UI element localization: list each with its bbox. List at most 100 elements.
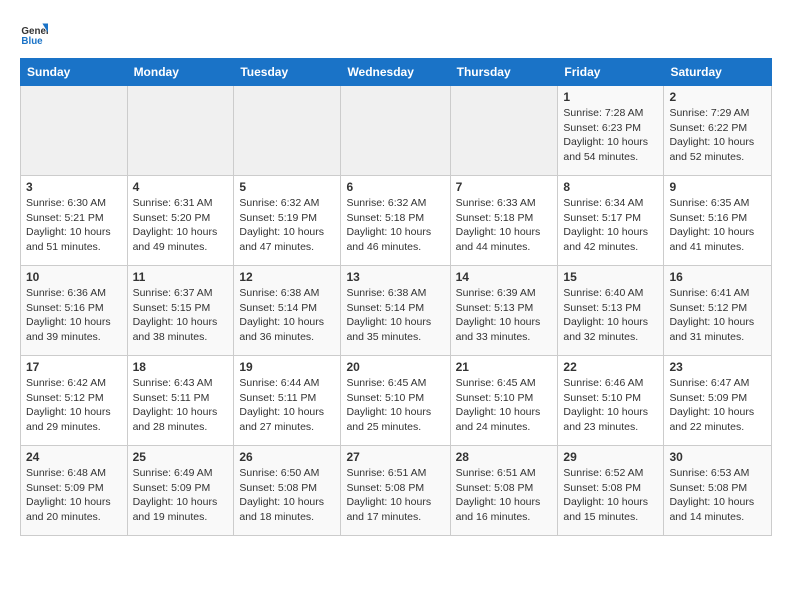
calendar-week-row: 1 Sunrise: 7:28 AM Sunset: 6:23 PM Daylig… xyxy=(21,86,772,176)
day-number: 4 xyxy=(133,180,229,194)
calendar-day-cell xyxy=(234,86,341,176)
day-info: Sunrise: 6:32 AM Sunset: 5:18 PM Dayligh… xyxy=(346,196,444,255)
calendar-day-cell: 28 Sunrise: 6:51 AM Sunset: 5:08 PM Dayli… xyxy=(450,446,558,536)
calendar-day-cell: 6 Sunrise: 6:32 AM Sunset: 5:18 PM Daylig… xyxy=(341,176,450,266)
day-info: Sunrise: 6:40 AM Sunset: 5:13 PM Dayligh… xyxy=(563,286,658,345)
day-info: Sunrise: 6:51 AM Sunset: 5:08 PM Dayligh… xyxy=(346,466,444,525)
calendar-day-cell xyxy=(450,86,558,176)
weekday-header-row: SundayMondayTuesdayWednesdayThursdayFrid… xyxy=(21,59,772,86)
calendar-day-cell: 2Sunrise: 7:29 AM Sunset: 6:22 PM Daylig… xyxy=(664,86,772,176)
calendar-day-cell: 10 Sunrise: 6:36 AM Sunset: 5:16 PM Dayli… xyxy=(21,266,128,356)
day-number: 27 xyxy=(346,450,444,464)
calendar-day-cell: 11Sunrise: 6:37 AM Sunset: 5:15 PM Dayli… xyxy=(127,266,234,356)
day-number: 9 xyxy=(669,180,766,194)
day-info: Sunrise: 7:28 AM Sunset: 6:23 PM Dayligh… xyxy=(563,106,658,165)
day-number: 7 xyxy=(456,180,553,194)
calendar-day-cell: 9 Sunrise: 6:35 AM Sunset: 5:16 PM Daylig… xyxy=(664,176,772,266)
day-info: Sunrise: 6:39 AM Sunset: 5:13 PM Dayligh… xyxy=(456,286,553,345)
day-number: 13 xyxy=(346,270,444,284)
calendar-day-cell: 1 Sunrise: 7:28 AM Sunset: 6:23 PM Daylig… xyxy=(558,86,664,176)
calendar-day-cell: 5Sunrise: 6:32 AM Sunset: 5:19 PM Daylig… xyxy=(234,176,341,266)
svg-text:Blue: Blue xyxy=(21,36,43,47)
calendar-day-cell: 27 Sunrise: 6:51 AM Sunset: 5:08 PM Dayli… xyxy=(341,446,450,536)
header: General Blue xyxy=(20,20,772,48)
weekday-header: Sunday xyxy=(21,59,128,86)
day-info: Sunrise: 6:47 AM Sunset: 5:09 PM Dayligh… xyxy=(669,376,766,435)
day-number: 3 xyxy=(26,180,122,194)
day-number: 8 xyxy=(563,180,658,194)
calendar-day-cell: 17Sunrise: 6:42 AM Sunset: 5:12 PM Dayli… xyxy=(21,356,128,446)
day-number: 26 xyxy=(239,450,335,464)
calendar-day-cell: 8 Sunrise: 6:34 AM Sunset: 5:17 PM Daylig… xyxy=(558,176,664,266)
day-info: Sunrise: 6:48 AM Sunset: 5:09 PM Dayligh… xyxy=(26,466,122,525)
day-number: 28 xyxy=(456,450,553,464)
calendar-table: SundayMondayTuesdayWednesdayThursdayFrid… xyxy=(20,58,772,536)
calendar-day-cell: 29 Sunrise: 6:52 AM Sunset: 5:08 PM Dayli… xyxy=(558,446,664,536)
calendar-day-cell: 14 Sunrise: 6:39 AM Sunset: 5:13 PM Dayli… xyxy=(450,266,558,356)
day-info: Sunrise: 6:35 AM Sunset: 5:16 PM Dayligh… xyxy=(669,196,766,255)
calendar-day-cell: 23 Sunrise: 6:47 AM Sunset: 5:09 PM Dayli… xyxy=(664,356,772,446)
day-number: 29 xyxy=(563,450,658,464)
calendar-day-cell: 4 Sunrise: 6:31 AM Sunset: 5:20 PM Daylig… xyxy=(127,176,234,266)
calendar-day-cell: 3 Sunrise: 6:30 AM Sunset: 5:21 PM Daylig… xyxy=(21,176,128,266)
logo: General Blue xyxy=(20,20,52,48)
day-number: 19 xyxy=(239,360,335,374)
calendar-week-row: 24 Sunrise: 6:48 AM Sunset: 5:09 PM Dayli… xyxy=(21,446,772,536)
day-info: Sunrise: 6:34 AM Sunset: 5:17 PM Dayligh… xyxy=(563,196,658,255)
day-info: Sunrise: 6:53 AM Sunset: 5:08 PM Dayligh… xyxy=(669,466,766,525)
weekday-header: Monday xyxy=(127,59,234,86)
day-number: 24 xyxy=(26,450,122,464)
calendar-header: SundayMondayTuesdayWednesdayThursdayFrid… xyxy=(21,59,772,86)
day-info: Sunrise: 6:45 AM Sunset: 5:10 PM Dayligh… xyxy=(346,376,444,435)
day-info: Sunrise: 6:52 AM Sunset: 5:08 PM Dayligh… xyxy=(563,466,658,525)
day-number: 15 xyxy=(563,270,658,284)
day-number: 25 xyxy=(133,450,229,464)
day-info: Sunrise: 6:42 AM Sunset: 5:12 PM Dayligh… xyxy=(26,376,122,435)
calendar-day-cell: 15 Sunrise: 6:40 AM Sunset: 5:13 PM Dayli… xyxy=(558,266,664,356)
day-info: Sunrise: 6:38 AM Sunset: 5:14 PM Dayligh… xyxy=(346,286,444,345)
day-info: Sunrise: 6:49 AM Sunset: 5:09 PM Dayligh… xyxy=(133,466,229,525)
day-info: Sunrise: 6:43 AM Sunset: 5:11 PM Dayligh… xyxy=(133,376,229,435)
calendar-week-row: 10 Sunrise: 6:36 AM Sunset: 5:16 PM Dayli… xyxy=(21,266,772,356)
day-info: Sunrise: 6:44 AM Sunset: 5:11 PM Dayligh… xyxy=(239,376,335,435)
day-number: 14 xyxy=(456,270,553,284)
day-number: 6 xyxy=(346,180,444,194)
calendar-day-cell: 18 Sunrise: 6:43 AM Sunset: 5:11 PM Dayli… xyxy=(127,356,234,446)
day-info: Sunrise: 6:36 AM Sunset: 5:16 PM Dayligh… xyxy=(26,286,122,345)
day-number: 23 xyxy=(669,360,766,374)
calendar-day-cell: 26 Sunrise: 6:50 AM Sunset: 5:08 PM Dayli… xyxy=(234,446,341,536)
calendar-day-cell: 24 Sunrise: 6:48 AM Sunset: 5:09 PM Dayli… xyxy=(21,446,128,536)
calendar-day-cell: 16Sunrise: 6:41 AM Sunset: 5:12 PM Dayli… xyxy=(664,266,772,356)
day-number: 2 xyxy=(669,90,766,104)
calendar-day-cell: 7 Sunrise: 6:33 AM Sunset: 5:18 PM Daylig… xyxy=(450,176,558,266)
day-info: Sunrise: 6:33 AM Sunset: 5:18 PM Dayligh… xyxy=(456,196,553,255)
calendar-week-row: 3 Sunrise: 6:30 AM Sunset: 5:21 PM Daylig… xyxy=(21,176,772,266)
day-number: 5 xyxy=(239,180,335,194)
calendar-day-cell: 13 Sunrise: 6:38 AM Sunset: 5:14 PM Dayli… xyxy=(341,266,450,356)
calendar-day-cell: 21 Sunrise: 6:45 AM Sunset: 5:10 PM Dayli… xyxy=(450,356,558,446)
day-number: 10 xyxy=(26,270,122,284)
day-number: 21 xyxy=(456,360,553,374)
day-info: Sunrise: 6:37 AM Sunset: 5:15 PM Dayligh… xyxy=(133,286,229,345)
day-info: Sunrise: 6:50 AM Sunset: 5:08 PM Dayligh… xyxy=(239,466,335,525)
day-number: 1 xyxy=(563,90,658,104)
weekday-header: Saturday xyxy=(664,59,772,86)
day-info: Sunrise: 6:41 AM Sunset: 5:12 PM Dayligh… xyxy=(669,286,766,345)
weekday-header: Thursday xyxy=(450,59,558,86)
calendar-day-cell: 22 Sunrise: 6:46 AM Sunset: 5:10 PM Dayli… xyxy=(558,356,664,446)
calendar-day-cell: 25 Sunrise: 6:49 AM Sunset: 5:09 PM Dayli… xyxy=(127,446,234,536)
logo-icon: General Blue xyxy=(20,20,48,48)
day-info: Sunrise: 6:51 AM Sunset: 5:08 PM Dayligh… xyxy=(456,466,553,525)
day-info: Sunrise: 6:31 AM Sunset: 5:20 PM Dayligh… xyxy=(133,196,229,255)
calendar-day-cell xyxy=(127,86,234,176)
day-info: Sunrise: 6:30 AM Sunset: 5:21 PM Dayligh… xyxy=(26,196,122,255)
day-number: 30 xyxy=(669,450,766,464)
day-info: Sunrise: 6:46 AM Sunset: 5:10 PM Dayligh… xyxy=(563,376,658,435)
calendar-day-cell: 30 Sunrise: 6:53 AM Sunset: 5:08 PM Dayli… xyxy=(664,446,772,536)
day-number: 12 xyxy=(239,270,335,284)
day-number: 22 xyxy=(563,360,658,374)
day-number: 18 xyxy=(133,360,229,374)
day-info: Sunrise: 6:45 AM Sunset: 5:10 PM Dayligh… xyxy=(456,376,553,435)
calendar-day-cell: 20Sunrise: 6:45 AM Sunset: 5:10 PM Dayli… xyxy=(341,356,450,446)
weekday-header: Tuesday xyxy=(234,59,341,86)
